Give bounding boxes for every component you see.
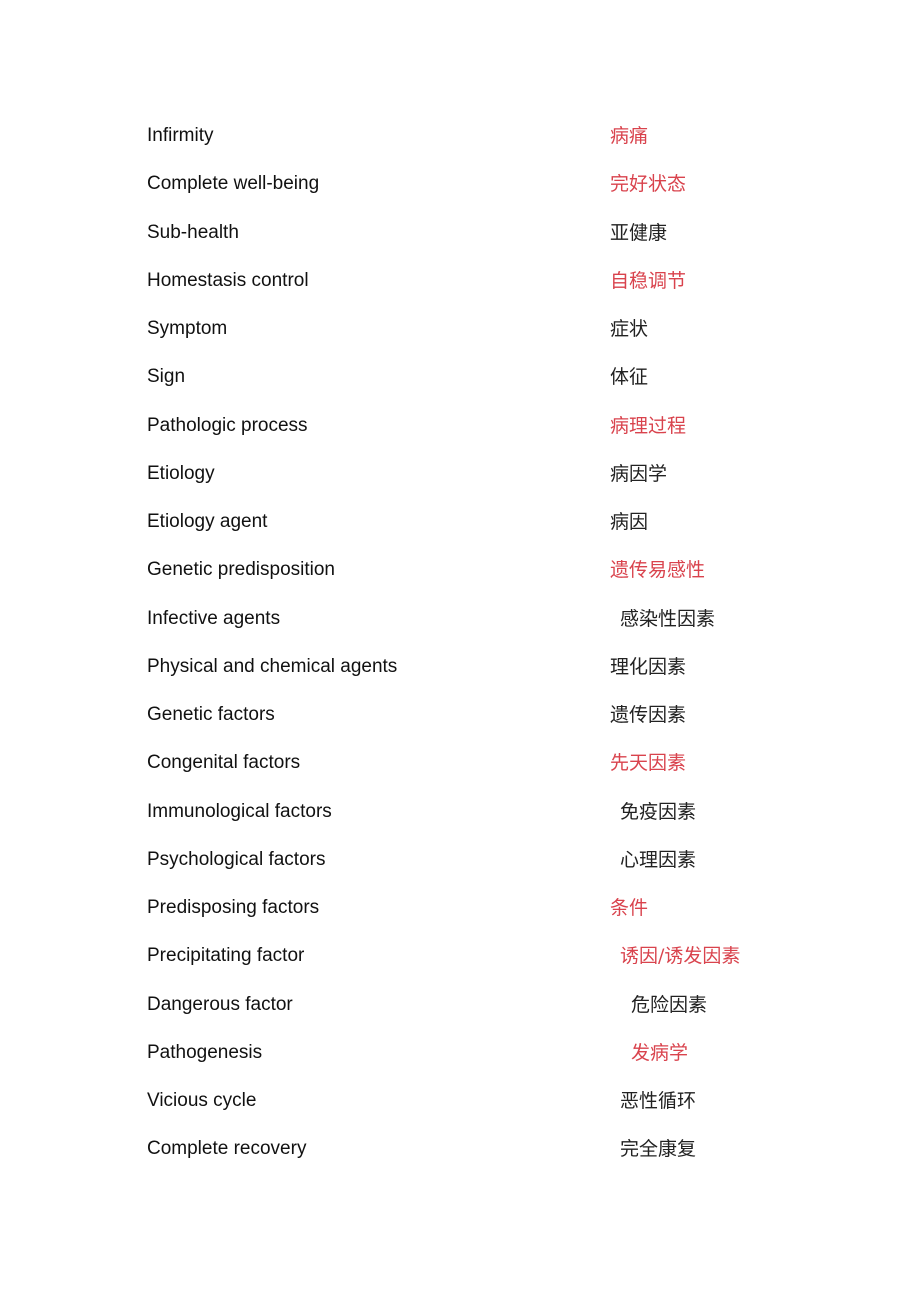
glossary-row: Infective agents 感染性因素 — [147, 604, 847, 652]
english-term: Sign — [147, 366, 186, 388]
glossary-row: Etiology agent 病因 — [147, 507, 847, 555]
chinese-term: 诱因/诱发因素 — [620, 945, 741, 968]
english-term: Sub-health — [147, 221, 239, 243]
english-term: Complete well-being — [147, 173, 320, 195]
english-term: Predisposing factors — [147, 897, 320, 918]
glossary-row: Complete recovery 完全康复 — [147, 1134, 847, 1182]
english-term: Infirmity — [147, 125, 214, 146]
glossary-row: Homestasis control 自稳调节 — [147, 266, 847, 314]
english-term: Etiology agent — [147, 511, 268, 532]
english-term: Physical and chemical agents — [147, 655, 398, 677]
english-term: Etiology — [147, 462, 215, 484]
glossary-row: Vicious cycle 恶性循环 — [147, 1086, 847, 1134]
chinese-term: 完全康复 — [620, 1138, 697, 1161]
chinese-term: 心理因素 — [620, 848, 697, 871]
chinese-term: 遗传易感性 — [610, 559, 706, 582]
chinese-term: 病痛 — [610, 125, 649, 147]
glossary-row: Symptom 症状 — [147, 314, 847, 362]
english-term: Vicious cycle — [147, 1090, 257, 1111]
english-term: Psychological factors — [147, 848, 326, 870]
chinese-term: 危险因素 — [631, 993, 708, 1016]
english-term: Dangerous factor — [147, 993, 293, 1015]
english-term: Homestasis control — [147, 269, 309, 291]
chinese-term: 亚健康 — [610, 221, 668, 244]
chinese-term: 理化因素 — [610, 655, 687, 678]
english-term: Congenital factors — [147, 752, 301, 774]
glossary-row: Predisposing factors 条件 — [147, 893, 847, 941]
chinese-term: 体征 — [610, 366, 649, 389]
document-page: Infirmity 病痛 Complete well-being 完好状态 Su… — [0, 0, 920, 1301]
glossary-row: Genetic factors 遗传因素 — [147, 700, 847, 748]
glossary-row: Pathologic process 病理过程 — [147, 411, 847, 459]
glossary-row: Pathogenesis 发病学 — [147, 1038, 847, 1086]
glossary-row: Congenital factors 先天因素 — [147, 748, 847, 796]
english-term: Genetic predisposition — [147, 559, 335, 581]
english-term: Pathologic process — [147, 414, 308, 436]
glossary-row: Genetic predisposition 遗传易感性 — [147, 555, 847, 603]
english-term: Symptom — [147, 318, 228, 339]
chinese-term: 条件 — [610, 897, 649, 919]
english-term: Genetic factors — [147, 704, 275, 725]
english-term: Immunological factors — [147, 800, 332, 822]
chinese-term: 病理过程 — [610, 414, 687, 437]
chinese-term: 发病学 — [631, 1041, 689, 1064]
chinese-term: 病因 — [610, 511, 649, 533]
chinese-term: 免疫因素 — [620, 800, 697, 823]
chinese-term: 症状 — [610, 318, 649, 340]
glossary-row: Psychological factors 心理因素 — [147, 845, 847, 893]
english-term: Precipitating factor — [147, 945, 305, 967]
chinese-term: 感染性因素 — [620, 607, 716, 630]
glossary-list: Infirmity 病痛 Complete well-being 完好状态 Su… — [147, 121, 847, 1183]
glossary-row: Dangerous factor 危险因素 — [147, 990, 847, 1038]
chinese-term: 先天因素 — [610, 752, 687, 775]
glossary-row: Sub-health 亚健康 — [147, 218, 847, 266]
glossary-row: Etiology 病因学 — [147, 459, 847, 507]
glossary-row: Sign 体征 — [147, 362, 847, 410]
english-term: Pathogenesis — [147, 1041, 263, 1063]
english-term: Infective agents — [147, 607, 281, 629]
english-term: Complete recovery — [147, 1138, 307, 1160]
glossary-row: Complete well-being 完好状态 — [147, 169, 847, 217]
chinese-term: 病因学 — [610, 462, 668, 485]
glossary-row: Physical and chemical agents 理化因素 — [147, 652, 847, 700]
chinese-term: 遗传因素 — [610, 704, 687, 726]
chinese-term: 自稳调节 — [610, 269, 687, 292]
chinese-term: 完好状态 — [610, 173, 687, 196]
chinese-term: 恶性循环 — [620, 1090, 697, 1112]
glossary-row: Precipitating factor 诱因/诱发因素 — [147, 941, 847, 989]
glossary-row: Immunological factors 免疫因素 — [147, 797, 847, 845]
glossary-row: Infirmity 病痛 — [147, 121, 847, 169]
